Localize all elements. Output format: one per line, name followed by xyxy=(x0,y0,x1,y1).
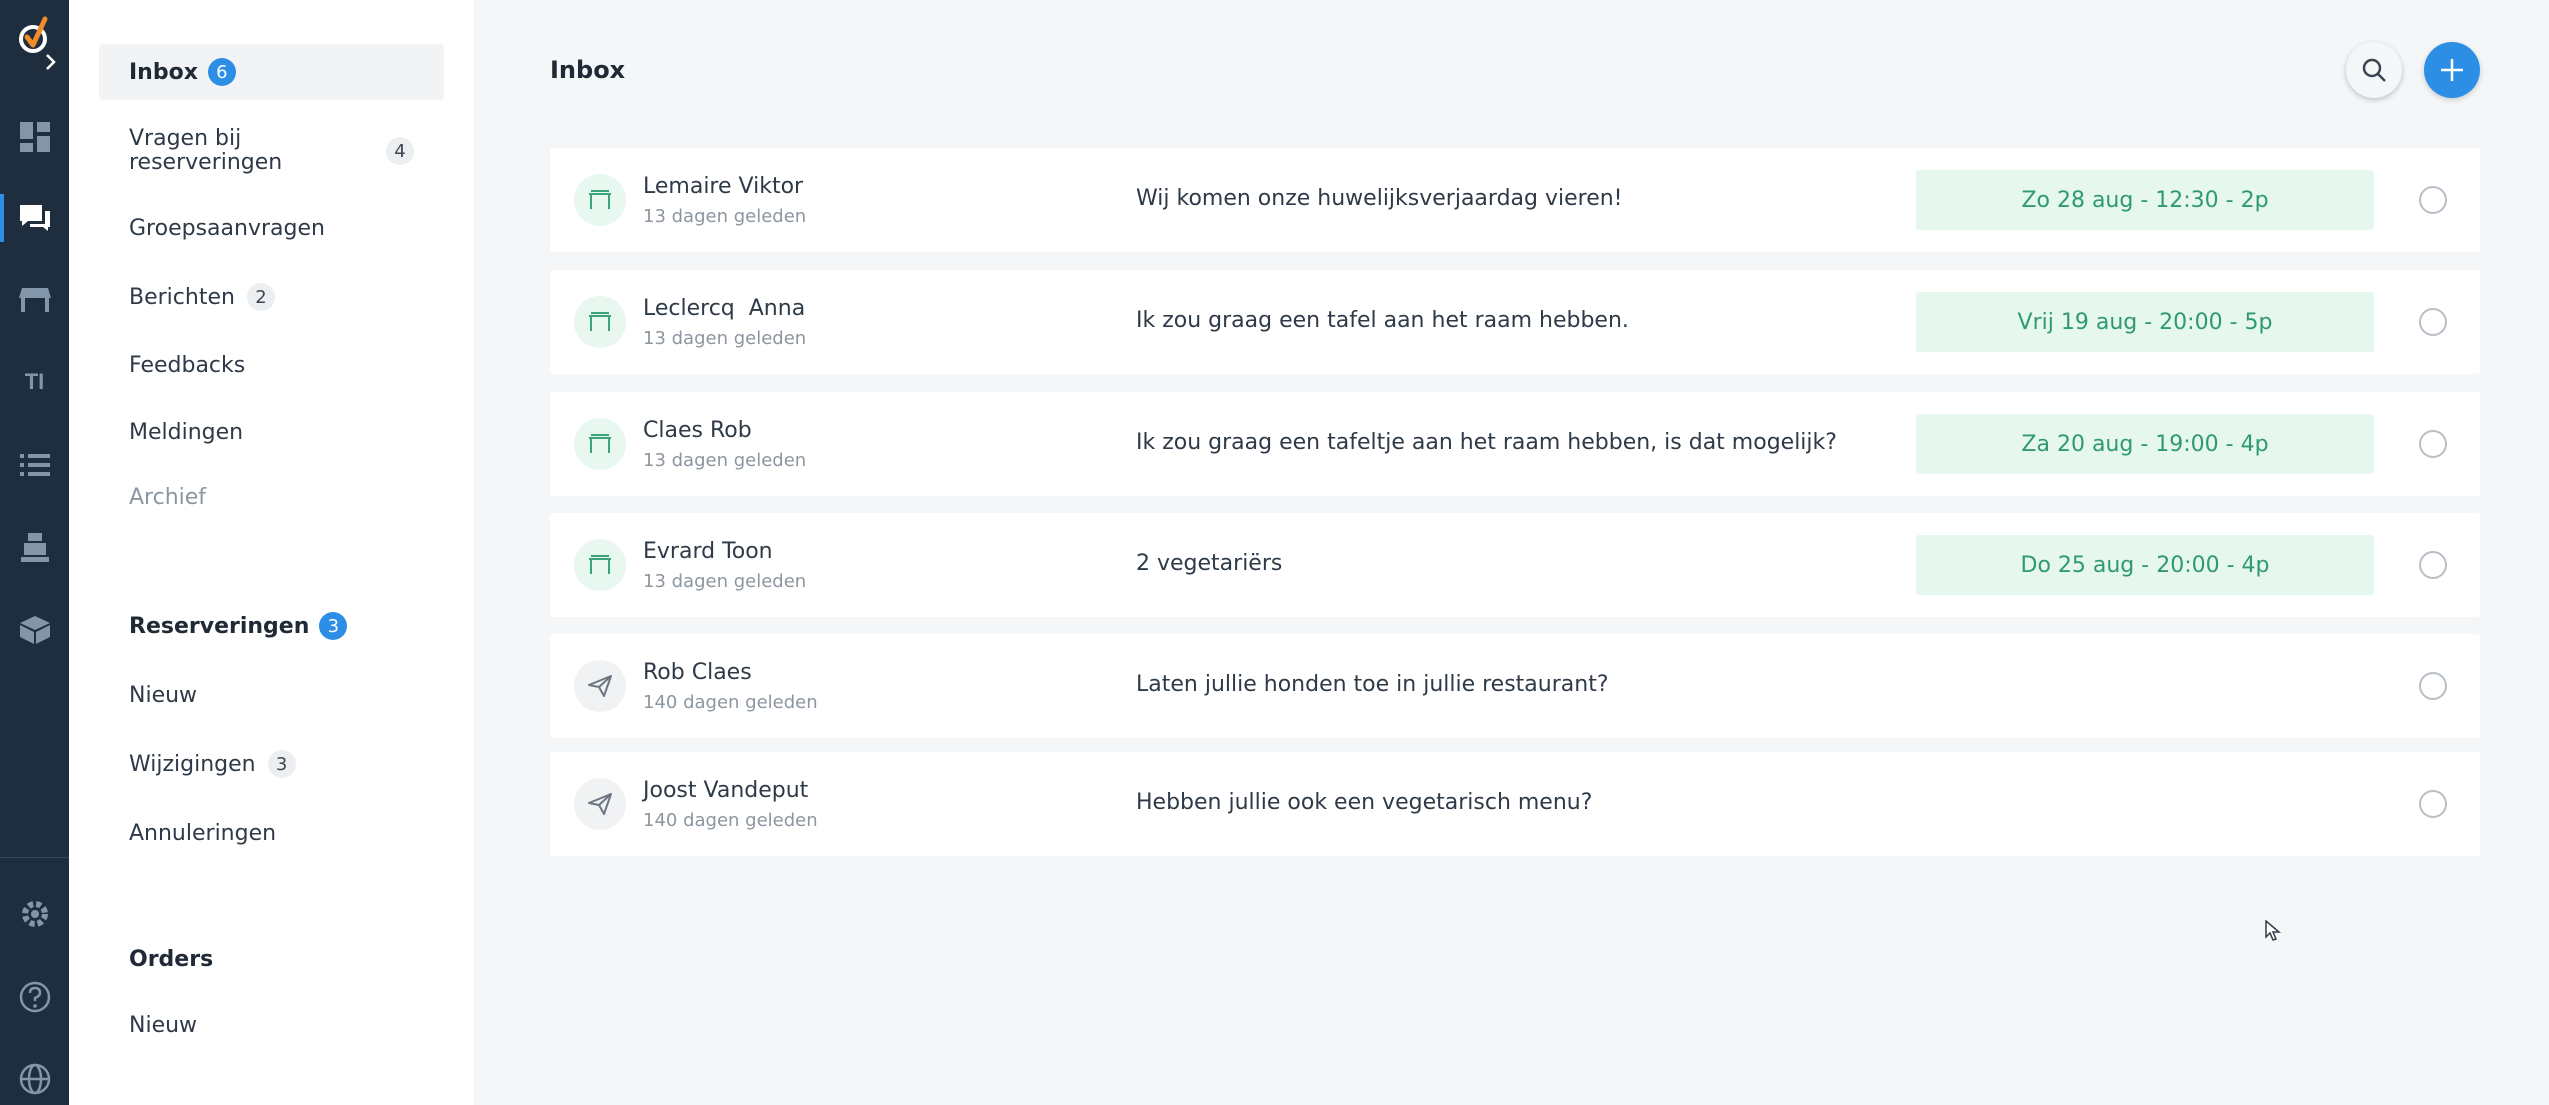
nav-inbox[interactable]: Inbox 6 xyxy=(99,44,444,100)
table-icon[interactable] xyxy=(0,270,69,330)
nav-reservations-new[interactable]: Nieuw xyxy=(99,680,444,710)
globe-icon[interactable] xyxy=(0,1049,69,1105)
send-icon xyxy=(574,778,626,830)
chat-icon[interactable] xyxy=(0,188,69,248)
list-icon[interactable] xyxy=(0,435,69,495)
nav-group-requests[interactable]: Groepsaanvragen xyxy=(99,213,444,243)
sender-name: Claes Rob xyxy=(643,418,752,443)
inbox-row[interactable]: Evrard Toon 13 dagen geleden 2 vegetarië… xyxy=(550,513,2480,617)
plus-icon xyxy=(2441,59,2463,81)
main-content: Inbox Lemaire Viktor 13 dagen geleden Wi… xyxy=(474,0,2549,1105)
reservation-pill[interactable]: Za 20 aug - 19:00 - 4p xyxy=(1916,414,2374,474)
select-checkbox[interactable] xyxy=(2419,672,2447,700)
add-button[interactable] xyxy=(2424,42,2480,98)
nav-reservations-changes[interactable]: Wijzigingen 3 xyxy=(99,749,444,779)
select-checkbox[interactable] xyxy=(2419,308,2447,336)
inbox-count-badge: 6 xyxy=(207,58,236,86)
message-preview: Wij komen onze huwelijksverjaardag viere… xyxy=(1136,186,1623,211)
nav-messages[interactable]: Berichten 2 xyxy=(99,282,444,312)
mouse-cursor-icon xyxy=(2265,919,2282,946)
reservation-pill[interactable]: Vrij 19 aug - 20:00 - 5p xyxy=(1916,292,2374,352)
message-preview: Ik zou graag een tafeltje aan het raam h… xyxy=(1136,430,1837,455)
inbox-row[interactable]: Leclercq Anna 13 dagen geleden Ik zou gr… xyxy=(550,270,2480,374)
page-title: Inbox xyxy=(550,56,626,84)
gear-icon[interactable] xyxy=(0,884,69,944)
chevron-right-icon[interactable] xyxy=(44,52,58,72)
message-preview: Ik zou graag een tafel aan het raam hebb… xyxy=(1136,308,1629,333)
select-checkbox[interactable] xyxy=(2419,430,2447,458)
reservation-pill[interactable]: Zo 28 aug - 12:30 - 2p xyxy=(1916,170,2374,230)
sender-name: Leclercq Anna xyxy=(643,296,806,321)
select-checkbox[interactable] xyxy=(2419,186,2447,214)
help-icon[interactable] xyxy=(0,967,69,1027)
select-checkbox[interactable] xyxy=(2419,551,2447,579)
table-icon xyxy=(574,539,626,591)
side-navigation: Inbox 6 Vragen bij reserveringen 4 Groep… xyxy=(69,0,474,1105)
sender-name: Lemaire Viktor xyxy=(643,174,804,199)
text-icon[interactable]: TI xyxy=(0,352,69,412)
sender-name: Joost Vandeput xyxy=(643,778,809,803)
changes-count-badge: 3 xyxy=(267,750,296,778)
received-time: 13 dagen geleden xyxy=(643,328,807,349)
message-preview: 2 vegetariërs xyxy=(1136,551,1283,576)
dashboard-icon[interactable] xyxy=(0,107,69,167)
nav-feedbacks[interactable]: Feedbacks xyxy=(99,350,444,380)
nav-reservation-questions[interactable]: Vragen bij reserveringen 4 xyxy=(99,127,444,175)
received-time: 140 dagen geleden xyxy=(643,692,818,713)
rail-divider xyxy=(0,857,69,858)
nav-archive[interactable]: Archief xyxy=(99,482,444,512)
logo-icon[interactable] xyxy=(0,0,69,70)
table-icon xyxy=(574,174,626,226)
select-checkbox[interactable] xyxy=(2419,790,2447,818)
box-icon[interactable] xyxy=(0,600,69,660)
messages-count-badge: 2 xyxy=(246,283,275,311)
received-time: 140 dagen geleden xyxy=(643,810,818,831)
message-preview: Hebben jullie ook een vegetarisch menu? xyxy=(1136,790,1593,815)
received-time: 13 dagen geleden xyxy=(643,450,807,471)
inbox-row[interactable]: Claes Rob 13 dagen geleden Ik zou graag … xyxy=(550,392,2480,496)
table-icon xyxy=(574,418,626,470)
sender-name: Rob Claes xyxy=(643,660,752,685)
reservations-count-badge: 3 xyxy=(319,612,348,640)
register-icon[interactable] xyxy=(0,518,69,578)
nav-orders-header[interactable]: Orders xyxy=(99,944,444,974)
message-preview: Laten jullie honden toe in jullie restau… xyxy=(1136,672,1609,697)
inbox-row[interactable]: Joost Vandeput 140 dagen geleden Hebben … xyxy=(550,752,2480,856)
icon-rail: TI xyxy=(0,0,69,1105)
inbox-row[interactable]: Lemaire Viktor 13 dagen geleden Wij kome… xyxy=(550,148,2480,252)
sender-name: Evrard Toon xyxy=(643,539,773,564)
received-time: 13 dagen geleden xyxy=(643,206,807,227)
received-time: 13 dagen geleden xyxy=(643,571,807,592)
search-icon xyxy=(2362,58,2386,82)
nav-reservations-cancellations[interactable]: Annuleringen xyxy=(99,818,444,848)
reservation-pill[interactable]: Do 25 aug - 20:00 - 4p xyxy=(1916,535,2374,595)
nav-orders-new[interactable]: Nieuw xyxy=(99,1010,444,1040)
nav-notifications[interactable]: Meldingen xyxy=(99,417,444,447)
send-icon xyxy=(574,660,626,712)
search-button[interactable] xyxy=(2346,42,2402,98)
inbox-row[interactable]: Rob Claes 140 dagen geleden Laten jullie… xyxy=(550,634,2480,738)
table-icon xyxy=(574,296,626,348)
questions-count-badge: 4 xyxy=(386,137,414,165)
nav-reservations-header[interactable]: Reserveringen 3 xyxy=(99,611,444,641)
